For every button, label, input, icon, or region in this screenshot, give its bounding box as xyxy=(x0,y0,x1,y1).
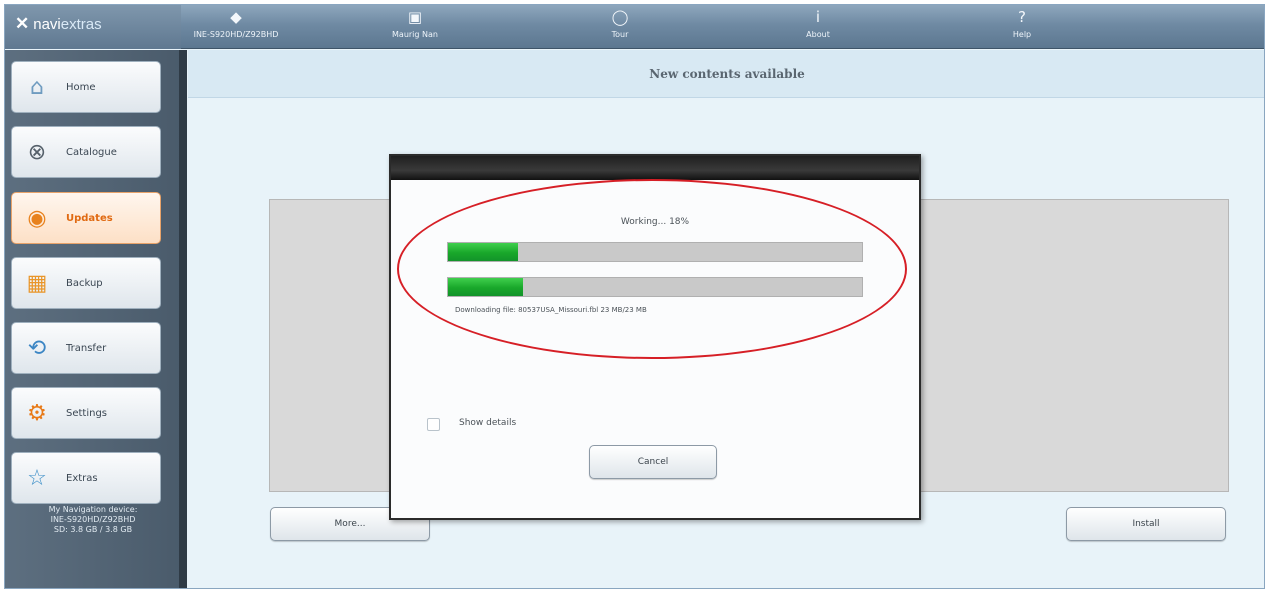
device-info-storage: SD: 3.8 GB / 3.8 GB xyxy=(53,525,133,534)
install-button[interactable]: Install xyxy=(1066,507,1226,541)
file-progress-bar xyxy=(447,277,863,297)
topnav-about-label: About xyxy=(806,30,830,39)
topnav-tour-label: Tour xyxy=(611,30,629,39)
shop-icon: ▣ xyxy=(407,8,423,26)
page-title: New contents available xyxy=(188,50,1264,98)
sidebar-item-transfer[interactable]: ⟲ Transfer xyxy=(11,322,161,374)
dialog-title-bar xyxy=(391,156,919,180)
app-window: ✕ naviextras ◆ INE-S920HD/Z92BHD ▣ Maurig… xyxy=(4,4,1265,589)
sidebar-item-label: Updates xyxy=(66,212,113,224)
sidebar-item-catalogue[interactable]: ⊗ Catalogue xyxy=(11,126,161,178)
sidebar-item-updates[interactable]: ◉ Updates xyxy=(11,192,161,244)
topnav-about[interactable]: i About xyxy=(763,5,873,49)
device-icon: ◆ xyxy=(230,8,242,26)
updates-icon: ◉ xyxy=(27,205,47,231)
file-progress-fill xyxy=(448,278,523,296)
topnav-device-label: INE-S920HD/Z92BHD xyxy=(193,30,279,39)
cancel-button[interactable]: Cancel xyxy=(589,445,717,479)
sidebar-item-backup[interactable]: ▦ Backup xyxy=(11,257,161,309)
overall-progress-fill xyxy=(448,243,519,261)
sidebar-item-label: Transfer xyxy=(66,342,107,354)
naviextras-logo[interactable]: ✕ naviextras xyxy=(5,5,181,49)
topnav-tour[interactable]: ◯ Tour xyxy=(565,5,675,49)
device-info: My Navigation device: INE-S920HD/Z92BHD … xyxy=(5,505,181,535)
working-status: Working... 18% xyxy=(620,217,690,227)
topnav-device[interactable]: ◆ INE-S920HD/Z92BHD xyxy=(181,5,291,49)
overall-progress-bar xyxy=(447,242,863,262)
downloading-file-text: Downloading file: 80537USA_Missouri.fbl … xyxy=(455,306,647,314)
device-info-title: My Navigation device: xyxy=(48,505,138,514)
tour-icon: ◯ xyxy=(611,8,629,26)
home-icon: ⌂ xyxy=(30,74,44,100)
sidebar-item-label: Catalogue xyxy=(66,146,117,158)
info-icon: i xyxy=(815,8,821,26)
progress-dialog: Working... 18% Downloading file: 80537US… xyxy=(389,154,921,520)
sidebar-item-extras[interactable]: ☆ Extras xyxy=(11,452,161,504)
help-icon: ? xyxy=(1018,8,1026,26)
sidebar-item-settings[interactable]: ⚙ Settings xyxy=(11,387,161,439)
transfer-icon: ⟲ xyxy=(27,335,47,361)
sidebar-item-label: Backup xyxy=(66,277,103,289)
show-details-label: Show details xyxy=(459,418,517,428)
backup-icon: ▦ xyxy=(26,270,48,296)
catalogue-icon: ⊗ xyxy=(27,139,47,165)
sidebar-item-label: Settings xyxy=(66,407,108,419)
settings-icon: ⚙ xyxy=(27,400,47,426)
sidebar-item-home[interactable]: ⌂ Home xyxy=(11,61,161,113)
top-bar: ✕ naviextras ◆ INE-S920HD/Z92BHD ▣ Maurig… xyxy=(5,5,1264,49)
topnav-shop[interactable]: ▣ Maurig Nan xyxy=(360,5,470,49)
topnav-help-label: Help xyxy=(1012,30,1032,39)
device-info-model: INE-S920HD/Z92BHD xyxy=(50,515,136,524)
sidebar-item-label: Extras xyxy=(66,472,98,484)
topnav-help[interactable]: ? Help xyxy=(967,5,1077,49)
logo-x-icon: ✕ xyxy=(15,14,30,33)
star-icon: ☆ xyxy=(27,465,47,491)
sidebar-item-label: Home xyxy=(66,81,96,93)
topnav-shop-label: Maurig Nan xyxy=(392,30,438,39)
show-details-checkbox[interactable] xyxy=(427,418,440,431)
